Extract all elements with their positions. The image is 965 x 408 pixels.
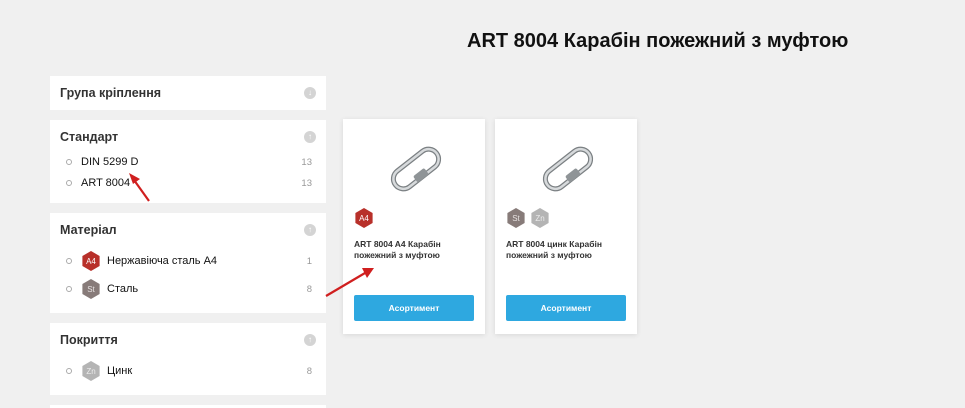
collapse-icon[interactable]: ↑ <box>304 131 316 143</box>
material-a4-badge: A4 <box>355 208 373 228</box>
product-card[interactable]: St Zn ART 8004 цинк Карабін пожежний з м… <box>495 119 637 334</box>
material-a4-badge: A4 <box>82 251 100 271</box>
coating-zn-badge: Zn <box>531 208 549 228</box>
option-label: ART 8004 <box>81 177 131 189</box>
filter-group-panel: Група кріплення ↓ <box>50 76 326 110</box>
product-card[interactable]: A4 ART 8004 A4 Карабін пожежний з муфтою… <box>343 119 485 334</box>
option-label: Сталь <box>107 283 139 295</box>
filter-standard-title: Стандарт <box>60 130 119 144</box>
assortment-button[interactable]: Асортимент <box>354 295 474 321</box>
filter-option-din-5299-d[interactable]: DIN 5299 D 13 <box>50 152 326 172</box>
option-count: 13 <box>301 177 312 189</box>
product-name[interactable]: ART 8004 A4 Карабін пожежний з муфтою <box>354 239 478 261</box>
material-st-badge: St <box>82 279 100 299</box>
carabiner-image[interactable] <box>537 141 599 197</box>
expand-icon[interactable]: ↓ <box>304 87 316 99</box>
assortment-button[interactable]: Асортимент <box>506 295 626 321</box>
filter-standard-header[interactable]: Стандарт ↑ <box>50 120 326 154</box>
filter-coating-header[interactable]: Покриття ↑ <box>50 323 326 357</box>
radio-button[interactable] <box>66 286 72 292</box>
radio-button[interactable] <box>66 368 72 374</box>
filter-option-stainless-a4[interactable]: A4 Нержавіюча сталь A4 1 <box>50 251 326 271</box>
filter-standard-panel: Стандарт ↑ DIN 5299 D 13 ART 8004 13 <box>50 120 326 203</box>
filter-option-zinc[interactable]: Zn Цинк 8 <box>50 361 326 381</box>
radio-button[interactable] <box>66 159 72 165</box>
coating-zn-badge: Zn <box>82 361 100 381</box>
carabiner-image[interactable] <box>385 141 447 197</box>
option-label: Цинк <box>107 365 133 377</box>
radio-button[interactable] <box>66 180 72 186</box>
collapse-icon[interactable]: ↑ <box>304 224 316 236</box>
filter-coating-title: Покриття <box>60 333 118 347</box>
option-label: DIN 5299 D <box>81 156 139 168</box>
filter-option-steel[interactable]: St Сталь 8 <box>50 279 326 299</box>
filter-option-art-8004[interactable]: ART 8004 13 <box>50 173 326 193</box>
option-count: 1 <box>306 255 312 267</box>
filter-material-panel: Матеріал ↑ A4 Нержавіюча сталь A4 1 St С… <box>50 213 326 313</box>
option-count: 8 <box>306 365 312 377</box>
radio-button[interactable] <box>66 258 72 264</box>
filter-group-header[interactable]: Група кріплення ↓ <box>50 76 326 110</box>
filter-material-title: Матеріал <box>60 223 117 237</box>
page-title: ART 8004 Карабін пожежний з муфтою <box>467 30 849 52</box>
filter-material-header[interactable]: Матеріал ↑ <box>50 213 326 247</box>
option-label: Нержавіюча сталь A4 <box>107 255 218 267</box>
product-name[interactable]: ART 8004 цинк Карабін пожежний з муфтою <box>506 239 630 261</box>
option-count: 8 <box>306 283 312 295</box>
filter-coating-panel: Покриття ↑ Zn Цинк 8 <box>50 323 326 395</box>
collapse-icon[interactable]: ↑ <box>304 334 316 346</box>
material-st-badge: St <box>507 208 525 228</box>
option-count: 13 <box>301 156 312 168</box>
filter-group-title: Група кріплення <box>60 86 162 100</box>
